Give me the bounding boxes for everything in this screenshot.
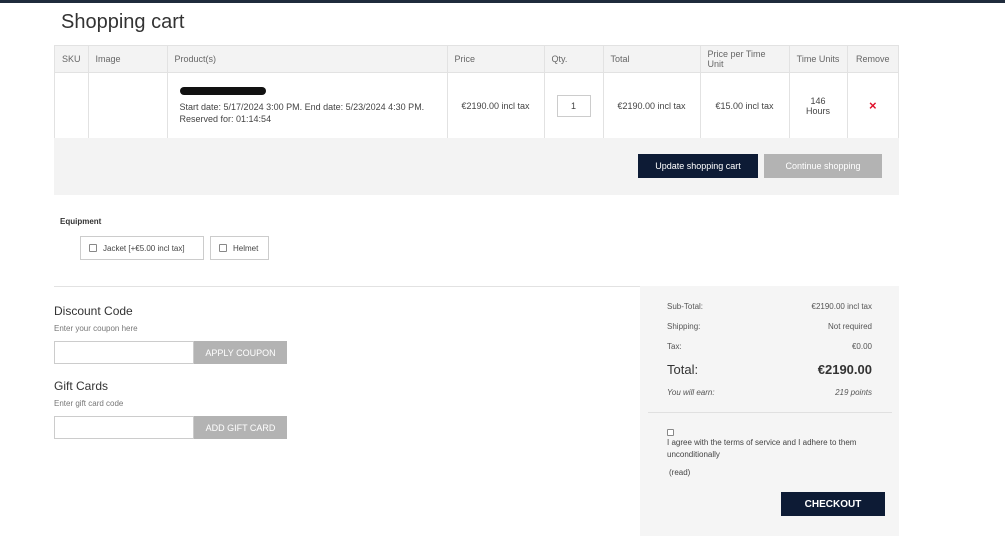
terms-text: I agree with the terms of service and I … [667,438,857,459]
column-header-price-per-time-unit: Price per Time Unit [699,45,790,73]
gift-card-input[interactable] [54,416,194,439]
cart-table: SKU Image Product(s) Price Qty. Total Pr… [54,45,900,139]
section-divider [54,286,640,287]
time-units-value: 146 [810,95,826,106]
column-header-price: Price [446,45,545,73]
cart-item-product: Start date: 5/17/2024 3:00 PM. End date:… [166,72,448,139]
discount-code-input[interactable] [54,341,194,364]
discount-code-hint: Enter your coupon here [54,324,138,333]
cart-item-time-units: 146 Hours [788,72,848,139]
shipping-label: Shipping: [667,322,701,331]
checkbox-icon[interactable] [219,244,227,252]
cart-item-remove-cell: × [846,72,900,139]
total-value: €2190.00 [817,362,872,377]
shipping-value: Not required [827,322,872,331]
page-title: Shopping cart [61,11,185,33]
time-units-label: Hours [806,105,831,116]
shipping-row: Shipping: Not required [667,322,872,331]
checkbox-icon[interactable] [89,244,97,252]
cart-item-price: €2190.00 incl tax [446,72,545,139]
column-header-sku: SKU [54,45,89,73]
tax-row: Tax: €0.00 [667,342,872,351]
points-row: You will earn: 219 points [667,388,872,397]
equipment-option-jacket[interactable]: Jacket [+€5.00 incl tax] [80,236,204,260]
total-label: Total: [667,362,699,377]
subtotal-value: €2190.00 incl tax [811,302,873,311]
equipment-title: Equipment [60,217,102,226]
equipment-option-label: Helmet [233,243,259,253]
points-label: You will earn: [667,388,715,397]
column-header-image: Image [87,45,168,73]
gift-cards-hint: Enter gift card code [54,399,124,408]
column-header-qty: Qty. [543,45,604,73]
column-header-time-units: Time Units [788,45,848,73]
apply-coupon-button[interactable]: APPLY COUPON [194,341,287,364]
cart-actions-bar: Update shopping cart Continue shopping [54,138,899,195]
cart-item-total: €2190.00 incl tax [602,72,701,139]
equipment-option-helmet[interactable]: Helmet [210,236,269,260]
cart-item-row: Start date: 5/17/2024 3:00 PM. End date:… [54,72,900,139]
terms-block: I agree with the terms of service and I … [667,429,877,461]
subtotal-row: Sub-Total: €2190.00 incl tax [667,302,872,311]
checkout-button[interactable]: CHECKOUT [781,492,885,516]
continue-shopping-button[interactable]: Continue shopping [764,154,882,178]
cart-header-row: SKU Image Product(s) Price Qty. Total Pr… [54,45,900,73]
terms-checkbox[interactable] [667,429,674,436]
order-totals-panel: Sub-Total: €2190.00 incl tax Shipping: N… [640,286,899,536]
add-gift-card-button[interactable]: ADD GIFT CARD [194,416,287,439]
discount-code-title: Discount Code [54,304,133,318]
cart-item-price-per-unit: €15.00 incl tax [699,72,790,139]
product-name-redacted [179,86,266,95]
subtotal-label: Sub-Total: [667,302,704,311]
update-cart-button[interactable]: Update shopping cart [638,154,758,178]
quantity-input[interactable] [556,94,591,117]
equipment-option-label: Jacket [+€5.00 incl tax] [103,243,185,253]
product-details: Start date: 5/17/2024 3:00 PM. End date:… [175,101,440,125]
close-icon[interactable]: × [869,98,877,113]
column-header-remove: Remove [846,45,900,73]
tax-value: €0.00 [851,342,872,351]
terms-read-link[interactable]: (read) [669,468,690,477]
tax-label: Tax: [667,342,682,351]
points-value: 219 points [835,388,872,397]
cart-item-sku [54,72,89,139]
cart-item-image [87,72,168,139]
column-header-total: Total [602,45,701,73]
gift-cards-title: Gift Cards [54,379,109,393]
product-date-range: Start date: 5/17/2024 3:00 PM. End date:… [179,101,425,112]
column-header-products: Product(s) [166,45,448,73]
totals-divider [648,412,892,413]
top-bar [0,0,1005,3]
product-reserved-for: Reserved for: 01:14:54 [179,113,272,124]
cart-item-qty-cell [543,72,604,139]
total-row: Total: €2190.00 [667,362,872,377]
